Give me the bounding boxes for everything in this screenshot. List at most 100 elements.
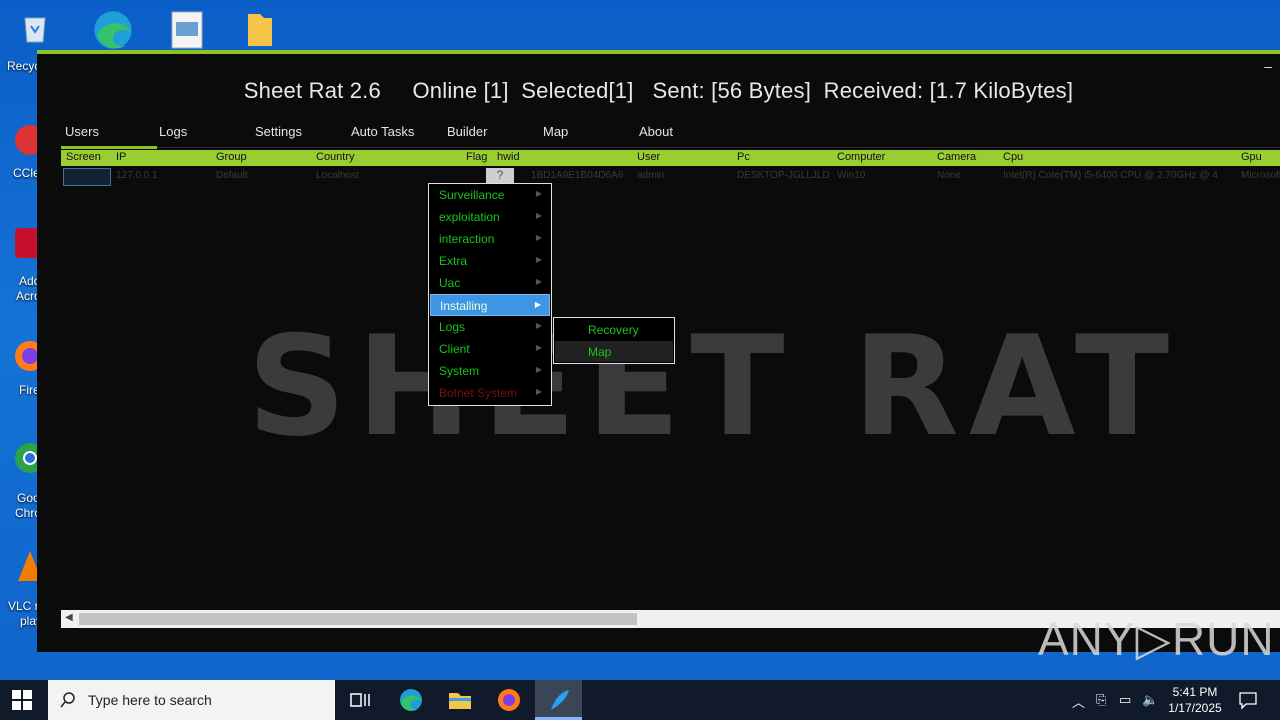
tab-logs[interactable]: Logs	[159, 124, 187, 139]
users-table-header: Screen IP Group Country Flag hwid User P…	[61, 150, 1280, 166]
active-tab-indicator	[61, 146, 157, 149]
menu-item-exploitation[interactable]: exploitation ▶	[430, 206, 550, 228]
submenu-arrow-icon: ▶	[535, 277, 542, 286]
column-header-pc[interactable]: Pc	[737, 151, 750, 163]
desktop-icon-label: VLC r	[8, 599, 39, 613]
cell-gpu: Microsoft	[1241, 170, 1280, 181]
menu-item-system[interactable]: System ▶	[430, 360, 550, 382]
tab-builder[interactable]: Builder	[447, 124, 487, 139]
menu-item-label: Installing	[440, 299, 488, 313]
document-icon[interactable]	[170, 10, 204, 50]
minimize-button[interactable]: –	[1264, 58, 1272, 74]
column-header-user[interactable]: User	[637, 151, 660, 163]
screen-thumbnail	[63, 168, 111, 186]
menu-item-label: Uac	[439, 276, 461, 290]
tab-settings[interactable]: Settings	[255, 124, 302, 139]
cell-country: Localhost	[316, 170, 359, 181]
flag-unknown-icon: ?	[486, 168, 514, 184]
menu-item-label: exploitation	[439, 210, 500, 224]
submenu-arrow-icon: ▶	[535, 255, 542, 264]
show-hidden-icons-chevron-icon[interactable]: ︿	[1072, 692, 1085, 711]
desktop-icon-label: Recyc	[7, 59, 41, 73]
cell-cpu: Intel(R) Core(TM) i5-6400 CPU @ 2.70GHz …	[1003, 170, 1218, 181]
cell-ip: 127.0.0.1	[116, 170, 158, 181]
column-header-camera[interactable]: Camera	[937, 151, 976, 163]
submenu-item-label: Recovery	[588, 323, 639, 337]
tab-map[interactable]: Map	[543, 124, 568, 139]
menu-item-uac[interactable]: Uac ▶	[430, 272, 550, 294]
taskbar-search-box[interactable]: Type here to search	[48, 680, 335, 720]
sheet-rat-watermark: SHEET RAT	[247, 306, 1180, 467]
submenu-item-recovery[interactable]: Recovery	[555, 319, 673, 340]
tab-divider	[157, 147, 1280, 148]
submenu-arrow-icon: ▶	[535, 321, 542, 330]
recycle-bin-icon	[24, 17, 46, 43]
submenu-arrow-icon: ▶	[535, 387, 542, 396]
column-header-cpu[interactable]: Cpu	[1003, 151, 1023, 163]
submenu-arrow-icon: ▶	[534, 300, 541, 309]
column-header-country[interactable]: Country	[316, 151, 355, 163]
taskbar-clock[interactable]: 5:41 PM 1/17/2025	[1160, 684, 1230, 716]
anyrun-watermark-logo: ANY▷RUN	[1038, 613, 1275, 665]
column-header-ip[interactable]: IP	[116, 151, 126, 163]
cell-camera: None	[937, 170, 961, 181]
scroll-left-arrow-icon[interactable]: ◀	[65, 612, 73, 623]
column-header-screen[interactable]: Screen	[66, 151, 101, 163]
submenu-arrow-icon: ▶	[535, 343, 542, 352]
cell-user: admin	[637, 170, 665, 181]
submenu-arrow-icon: ▶	[535, 189, 542, 198]
submenu-arrow-icon: ▶	[535, 233, 542, 242]
tab-about[interactable]: About	[639, 124, 673, 139]
cell-hwid: 1BD1A9E1B04D6A6	[531, 170, 624, 181]
folder-icon[interactable]	[244, 10, 276, 50]
device-icon[interactable]: ⎘	[1096, 692, 1106, 708]
menu-item-label: System	[439, 364, 480, 378]
search-icon	[60, 692, 75, 708]
menu-item-label: interaction	[439, 232, 495, 246]
submenu-item-map[interactable]: Map	[555, 341, 673, 362]
menu-item-label: Extra	[439, 254, 468, 268]
menu-item-installing[interactable]: Installing ▶	[430, 294, 550, 316]
menu-item-label: Surveillance	[439, 188, 505, 202]
cell-computer: Win10	[837, 170, 866, 181]
menu-item-label: Logs	[439, 320, 466, 334]
desktop-icon-label: CCle	[13, 166, 40, 180]
menu-item-extra[interactable]: Extra ▶	[430, 250, 550, 272]
task-view-icon[interactable]	[346, 686, 374, 714]
windows-start-icon[interactable]	[12, 690, 32, 710]
file-explorer-icon[interactable]	[446, 686, 474, 714]
menu-item-botnet-system[interactable]: Botnet System ▶	[430, 382, 550, 404]
tab-users[interactable]: Users	[65, 124, 99, 139]
menu-item-interaction[interactable]: interaction ▶	[430, 228, 550, 250]
search-placeholder: Type here to search	[88, 692, 212, 708]
edge-taskbar-icon[interactable]	[397, 686, 425, 714]
context-menu: Surveillance ▶ exploitation ▶ interaction ▶…	[428, 183, 552, 406]
tab-auto-tasks[interactable]: Auto Tasks	[351, 124, 414, 139]
notifications-icon[interactable]	[1238, 690, 1258, 710]
menu-item-surveillance[interactable]: Surveillance ▶	[430, 184, 550, 206]
submenu-arrow-icon: ▶	[535, 211, 542, 220]
clock-time: 5:41 PM	[1172, 685, 1218, 699]
volume-icon[interactable]: 🔈	[1142, 692, 1158, 708]
menu-item-client[interactable]: Client ▶	[430, 338, 550, 360]
main-nav: Users Logs Settings Auto Tasks Builder M…	[37, 124, 1280, 148]
scrollbar-thumb[interactable]	[79, 613, 637, 625]
cell-group: Default	[216, 170, 248, 181]
firefox-taskbar-icon[interactable]	[495, 686, 523, 714]
column-header-group[interactable]: Group	[216, 151, 247, 163]
clock-date: 1/17/2025	[1168, 701, 1222, 715]
column-header-gpu[interactable]: Gpu	[1241, 151, 1262, 163]
network-icon[interactable]: ▭	[1119, 692, 1131, 708]
menu-item-label: Botnet System	[439, 386, 518, 400]
cell-pc: DESKTOP-JGLLJLD	[737, 170, 830, 181]
edge-icon[interactable]	[90, 8, 136, 52]
column-header-flag[interactable]: Flag	[466, 151, 487, 163]
column-header-computer[interactable]: Computer	[837, 151, 885, 163]
table-row[interactable]: 127.0.0.1 Default Localhost ? 1BD1A9E1B0…	[61, 166, 1280, 186]
column-header-hwid[interactable]: hwid	[497, 151, 520, 163]
menu-item-label: Client	[439, 342, 470, 356]
sheet-rat-taskbar-button[interactable]	[535, 680, 582, 720]
menu-item-logs[interactable]: Logs ▶	[430, 316, 550, 338]
submenu-arrow-icon: ▶	[535, 365, 542, 374]
feather-icon	[551, 690, 569, 710]
